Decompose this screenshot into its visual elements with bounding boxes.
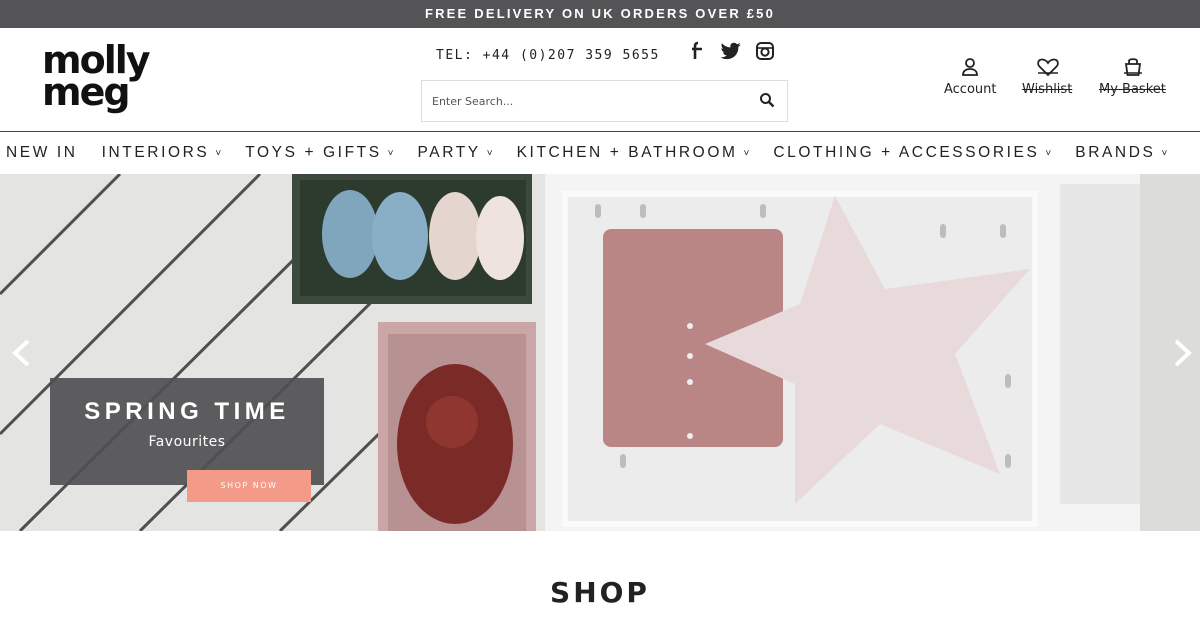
nav-item-brands[interactable]: BRANDS ˅ <box>1075 144 1167 162</box>
basket-icon <box>1121 56 1143 78</box>
section-heading: SHOP <box>550 576 650 609</box>
nav-item-label: INTERIORS <box>101 144 210 161</box>
nav-item-kitchen-bathroom[interactable]: KITCHEN + BATHROOM ˅ <box>517 144 750 162</box>
account-link[interactable]: Account <box>944 56 997 97</box>
promo-bar: FREE DELIVERY ON UK ORDERS OVER £50 <box>0 0 1200 28</box>
nav-item-toys-gifts[interactable]: TOYS + GIFTS ˅ <box>245 144 393 162</box>
chevron-down-icon: ˅ <box>1161 147 1168 159</box>
site-logo[interactable]: molly meg <box>42 41 162 120</box>
phone-number: TEL: +44 (0)207 359 5655 <box>436 48 660 63</box>
chevron-down-icon: ˅ <box>743 147 750 159</box>
chevron-right-icon <box>1174 339 1192 367</box>
basket-link[interactable]: My Basket <box>1099 56 1166 97</box>
nav-item-label: NEW IN <box>6 144 78 161</box>
hero-title: SPRING TIME <box>84 398 290 425</box>
nav-item-clothing-accessories[interactable]: CLOTHING + ACCESSORIES ˅ <box>773 144 1051 162</box>
chevron-down-icon: ˅ <box>486 147 493 159</box>
chevron-down-icon: ˅ <box>387 147 394 159</box>
search-box <box>421 80 788 122</box>
chevron-down-icon: ˅ <box>215 147 222 159</box>
nav-item-label: KITCHEN + BATHROOM <box>516 144 738 161</box>
carousel-prev-button[interactable] <box>8 338 34 368</box>
search-input[interactable] <box>432 81 742 121</box>
carousel-next-button[interactable] <box>1170 338 1196 368</box>
main-navigation: NEW IN INTERIORS ˅ TOYS + GIFTS ˅ PARTY ˅ K… <box>0 131 1200 174</box>
chevron-down-icon: ˅ <box>1045 147 1052 159</box>
hero-banner: SPRING TIME Favourites <box>50 378 324 485</box>
nav-item-party[interactable]: PARTY ˅ <box>418 144 493 162</box>
nav-item-label: BRANDS <box>1075 144 1156 161</box>
account-label: Account <box>944 82 997 97</box>
basket-label: My Basket <box>1099 82 1166 97</box>
site-header: molly meg TEL: +44 (0)207 359 5655 Accou… <box>0 28 1200 131</box>
twitter-icon[interactable] <box>720 40 742 62</box>
promo-text: FREE DELIVERY ON UK ORDERS OVER £50 <box>424 6 776 21</box>
chevron-left-icon <box>12 339 30 367</box>
wishlist-label: Wishlist <box>1022 82 1073 97</box>
shop-now-button[interactable]: SHOP NOW <box>187 470 311 502</box>
nav-item-interiors[interactable]: INTERIORS ˅ <box>102 144 222 162</box>
wishlist-link[interactable]: Wishlist <box>1022 56 1072 97</box>
social-links <box>686 40 776 62</box>
user-icon <box>959 56 981 78</box>
nav-item-new-in[interactable]: NEW IN <box>6 144 78 162</box>
hero-subtitle: Favourites <box>148 434 226 450</box>
search-icon[interactable] <box>759 92 777 110</box>
instagram-icon[interactable] <box>754 40 776 62</box>
hero-carousel: SPRING TIME Favourites SHOP NOW <box>0 174 1200 531</box>
nav-item-label: CLOTHING + ACCESSORIES <box>773 144 1040 161</box>
nav-item-label: PARTY <box>417 144 481 161</box>
nav-item-label: TOYS + GIFTS <box>245 144 382 161</box>
facebook-icon[interactable] <box>686 40 708 62</box>
heart-icon <box>1036 56 1059 78</box>
